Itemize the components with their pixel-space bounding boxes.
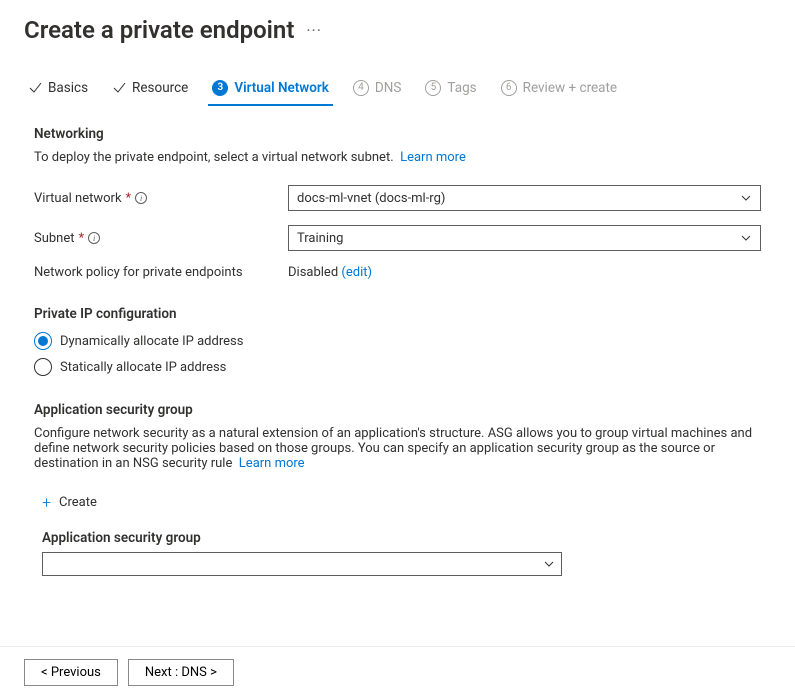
policy-value-text: Disabled: [288, 265, 338, 280]
step-number-icon: 6: [501, 80, 517, 96]
tab-virtual-network-label: Virtual Network: [234, 80, 329, 96]
required-indicator: *: [79, 231, 85, 246]
tabs-nav: Basics Resource 3 Virtual Network 4 DNS …: [24, 74, 771, 106]
asg-create-button[interactable]: + Create: [42, 493, 97, 512]
radio-icon: [34, 332, 52, 350]
networking-heading: Networking: [34, 126, 761, 142]
chevron-down-icon: [543, 558, 555, 570]
tab-dns-label: DNS: [375, 80, 402, 96]
vnet-label-text: Virtual network: [34, 191, 122, 206]
asg-learn-more-link[interactable]: Learn more: [239, 456, 305, 471]
radio-static-ip[interactable]: Statically allocate IP address: [34, 358, 761, 376]
policy-edit-link[interactable]: (edit): [341, 265, 372, 280]
info-icon[interactable]: i: [88, 232, 100, 244]
tab-basics[interactable]: Basics: [24, 74, 92, 106]
chevron-down-icon: [740, 192, 752, 204]
next-button[interactable]: Next : DNS >: [128, 659, 234, 686]
tab-review-create-label: Review + create: [523, 80, 617, 96]
asg-select[interactable]: [42, 552, 562, 576]
plus-icon: +: [42, 493, 51, 512]
previous-button[interactable]: < Previous: [24, 659, 118, 686]
tab-tags-label: Tags: [447, 80, 476, 96]
required-indicator: *: [126, 191, 132, 206]
tab-basics-label: Basics: [48, 80, 88, 96]
radio-dynamic-label: Dynamically allocate IP address: [60, 334, 243, 349]
radio-static-label: Statically allocate IP address: [60, 360, 226, 375]
policy-value: Disabled (edit): [288, 265, 372, 280]
asg-create-label: Create: [59, 495, 97, 510]
info-icon[interactable]: i: [135, 192, 147, 204]
subnet-label-text: Subnet: [34, 231, 75, 246]
tab-tags[interactable]: 5 Tags: [421, 74, 480, 106]
asg-desc-text: Configure network security as a natural …: [34, 426, 752, 471]
vnet-label: Virtual network * i: [34, 191, 288, 206]
vnet-select[interactable]: docs-ml-vnet (docs-ml-rg): [288, 185, 761, 211]
subnet-label: Subnet * i: [34, 231, 288, 246]
footer-nav: < Previous Next : DNS >: [0, 646, 795, 698]
subnet-value: Training: [297, 231, 343, 246]
asg-column-header: Application security group: [42, 530, 761, 546]
asg-description: Configure network security as a natural …: [34, 426, 761, 471]
step-number-icon: 4: [353, 80, 369, 96]
subnet-select[interactable]: Training: [288, 225, 761, 251]
page-title: Create a private endpoint: [24, 16, 294, 44]
radio-dynamic-ip[interactable]: Dynamically allocate IP address: [34, 332, 761, 350]
policy-label: Network policy for private endpoints: [34, 265, 288, 280]
chevron-down-icon: [740, 232, 752, 244]
more-icon[interactable]: ···: [306, 21, 322, 40]
asg-heading: Application security group: [34, 402, 761, 418]
tab-resource-label: Resource: [132, 80, 188, 96]
vnet-value: docs-ml-vnet (docs-ml-rg): [297, 191, 445, 206]
step-number-icon: 5: [425, 80, 441, 96]
check-icon: [28, 81, 42, 95]
tab-dns[interactable]: 4 DNS: [349, 74, 406, 106]
policy-label-text: Network policy for private endpoints: [34, 265, 243, 280]
tab-review-create[interactable]: 6 Review + create: [497, 74, 621, 106]
networking-description: To deploy the private endpoint, select a…: [34, 150, 761, 165]
tab-resource[interactable]: Resource: [108, 74, 192, 106]
radio-icon: [34, 358, 52, 376]
networking-desc-text: To deploy the private endpoint, select a…: [34, 150, 394, 165]
ip-config-heading: Private IP configuration: [34, 306, 761, 322]
tab-virtual-network[interactable]: 3 Virtual Network: [208, 74, 333, 106]
check-icon: [112, 81, 126, 95]
networking-learn-more-link[interactable]: Learn more: [400, 150, 466, 165]
step-number-icon: 3: [212, 80, 228, 96]
